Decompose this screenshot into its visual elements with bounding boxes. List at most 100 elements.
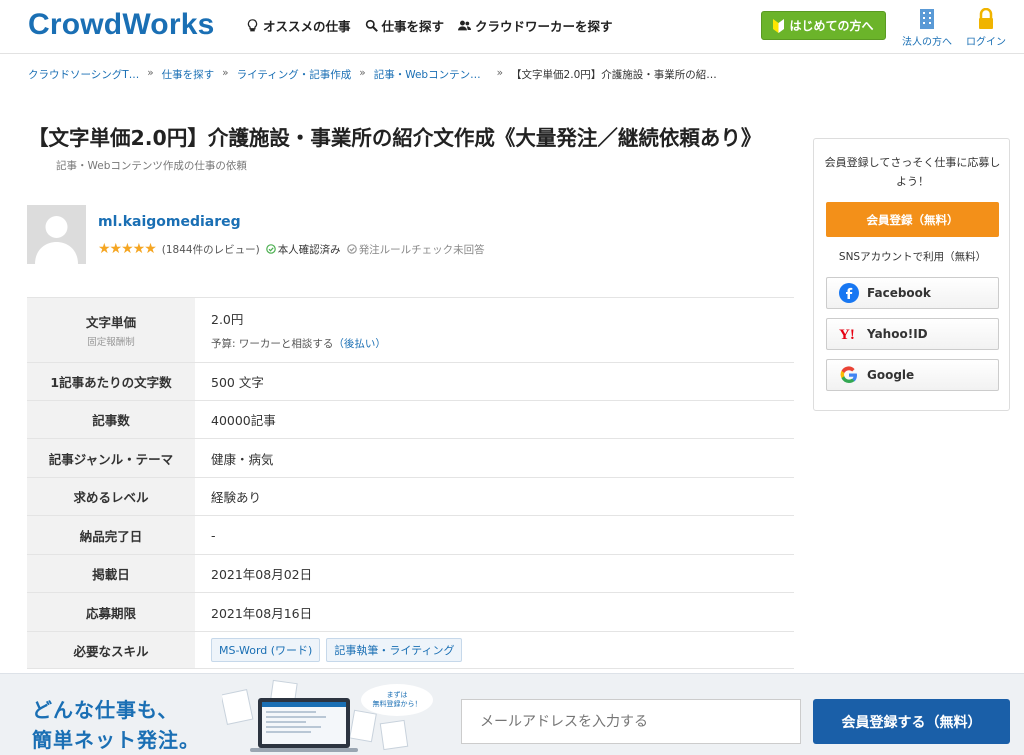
row-header: 求めるレベル — [27, 478, 195, 515]
skill-tag[interactable]: 記事執筆・ライティング — [326, 638, 463, 662]
row-header: 納品完了日 — [27, 516, 195, 554]
row-value: MS-Word (ワード) 記事執筆・ライティング — [195, 632, 794, 668]
table-row: 1記事あたりの文字数 500 文字 — [27, 362, 794, 400]
lightbulb-icon — [247, 19, 258, 32]
verified-badge: 本人確認済み — [265, 242, 341, 257]
check-circle-icon — [346, 244, 357, 254]
beginners-guide-label: はじめての方へ — [789, 19, 874, 33]
job-category[interactable]: 記事・Webコンテンツ作成の仕事の依頼 — [56, 160, 247, 172]
table-row: 必要なスキル MS-Word (ワード) 記事執筆・ライティング — [27, 631, 794, 669]
avatar[interactable] — [27, 205, 86, 264]
login-label: ログイン — [966, 37, 1006, 48]
rule-check-status[interactable]: 発注ルールチェック未回答 — [346, 242, 485, 257]
breadcrumb-separator: » — [222, 67, 229, 79]
row-header: 記事数 — [27, 401, 195, 438]
yahoo-label: Yahoo!ID — [867, 327, 928, 341]
verified-label: 本人確認済み — [277, 243, 341, 256]
client-name[interactable]: ml.kaigomediareg — [98, 214, 241, 230]
banner-copy: どんな仕事も、 簡単ネット発注。 — [32, 695, 200, 755]
table-row: 記事数 40000記事 — [27, 400, 794, 438]
breadcrumb-item[interactable]: 仕事を探す — [162, 67, 215, 82]
svg-text:Y!: Y! — [839, 327, 855, 343]
row-header: 掲載日 — [27, 555, 195, 592]
google-label: Google — [867, 368, 915, 382]
row-value: 500 文字 — [211, 375, 264, 390]
nav-label: クラウドワーカーを探す — [475, 19, 613, 34]
price-note: 固定報酬制 — [87, 337, 135, 348]
facebook-label: Facebook — [867, 286, 931, 300]
check-circle-icon — [265, 244, 276, 254]
row-header: 応募期限 — [27, 593, 195, 631]
site-header: CrowdWorks オススメの仕事 仕事を探す クラウドワーカーを探す はじめ… — [0, 0, 1024, 54]
price-value: 2.0円 — [211, 312, 244, 327]
sns-label: SNSアカウントで利用（無料） — [838, 251, 987, 263]
row-header: 文字単価 固定報酬制 — [27, 298, 195, 362]
job-title: 【文字単価2.0円】介護施設・事業所の紹介文作成《大量発注／継続依頼あり》 — [28, 126, 762, 150]
breadcrumb-separator: » — [496, 67, 504, 79]
yahoo-icon: Y! — [839, 327, 855, 343]
banner-register-button[interactable]: 会員登録する（無料） — [813, 699, 1010, 744]
beginner-mark-icon — [773, 18, 785, 33]
register-button[interactable]: 会員登録（無料） — [826, 202, 999, 237]
row-value: 2.0円 予算: ワーカーと相談する（後払い） — [195, 298, 794, 362]
breadcrumb-separator: » — [359, 67, 366, 79]
breadcrumb: クラウドソーシングT… » 仕事を探す » ライティング・記事作成 » 記事・W… — [28, 67, 717, 82]
nav-label: オススメの仕事 — [263, 19, 351, 34]
row-value: 2021年08月02日 — [211, 567, 313, 582]
row-value: 2021年08月16日 — [211, 605, 313, 621]
nav-find-workers[interactable]: クラウドワーカーを探す — [458, 16, 613, 35]
row-header: 1記事あたりの文字数 — [27, 363, 195, 400]
facebook-icon — [839, 283, 859, 303]
banner-copy-line: どんな仕事も、 — [32, 698, 179, 722]
price-label: 文字単価 — [85, 315, 136, 330]
nav-label: 仕事を探す — [381, 19, 445, 34]
corporate-link[interactable]: 法人の方へ — [902, 8, 952, 48]
banner-bubble: まずは無料登録から！ — [361, 684, 433, 716]
signup-sidebar: 会員登録してさっそく仕事に応募しよう！ 会員登録（無料） SNSアカウントで利用… — [813, 138, 1010, 411]
beginners-guide-button[interactable]: はじめての方へ — [761, 11, 886, 40]
budget-link[interactable]: （後払い） — [333, 338, 386, 350]
main-nav: オススメの仕事 仕事を探す クラウドワーカーを探す — [246, 16, 613, 35]
breadcrumb-separator: » — [147, 67, 154, 79]
skill-tag[interactable]: MS-Word (ワード) — [211, 638, 321, 662]
table-row: 記事ジャンル・テーマ 健康・病気 — [27, 438, 794, 477]
row-value: 健康・病気 — [211, 451, 274, 467]
login-link[interactable]: ログイン — [966, 8, 1006, 48]
breadcrumb-item[interactable]: ライティング・記事作成 — [237, 67, 352, 82]
breadcrumb-current: 【文字単価2.0円】介護施設・事業所の紹… — [511, 69, 717, 81]
facebook-login-button[interactable]: Facebook — [826, 277, 999, 309]
review-count[interactable]: (1844件のレビュー) — [162, 242, 260, 257]
logo[interactable]: CrowdWorks — [28, 8, 214, 42]
budget-prefix: 予算: ワーカーと相談する — [211, 338, 334, 350]
google-icon — [840, 366, 857, 384]
corporate-label: 法人の方へ — [902, 37, 952, 48]
row-header: 必要なスキル — [27, 632, 195, 668]
row-value: 経験あり — [211, 490, 262, 505]
users-icon — [458, 20, 472, 31]
nav-find-jobs[interactable]: 仕事を探す — [365, 16, 445, 35]
table-row: 掲載日 2021年08月02日 — [27, 554, 794, 592]
breadcrumb-item[interactable]: クラウドソーシングT… — [28, 67, 139, 82]
search-icon — [365, 19, 378, 32]
skill-tags: MS-Word (ワード) 記事執筆・ライティング — [211, 638, 794, 662]
rule-check-label: 発注ルールチェック未回答 — [358, 243, 485, 256]
row-value: - — [211, 527, 216, 543]
table-row: 応募期限 2021年08月16日 — [27, 592, 794, 631]
table-row: 文字単価 固定報酬制 2.0円 予算: ワーカーと相談する（後払い） — [27, 297, 794, 362]
yahoo-login-button[interactable]: Y! Yahoo!ID — [826, 318, 999, 350]
row-value: 40000記事 — [211, 413, 276, 428]
google-login-button[interactable]: Google — [826, 359, 999, 391]
signup-message: 会員登録してさっそく仕事に応募しよう！ — [824, 156, 1001, 188]
row-header: 記事ジャンル・テーマ — [27, 439, 195, 477]
budget-text: 予算: ワーカーと相談する（後払い） — [211, 336, 794, 351]
client-meta: ★★★★★ (1844件のレビュー) 本人確認済み 発注ルールチェック未回答 — [98, 241, 485, 257]
email-input[interactable] — [461, 699, 801, 744]
banner-copy-line: 簡単ネット発注。 — [32, 728, 200, 752]
nav-recommended-jobs[interactable]: オススメの仕事 — [246, 16, 351, 35]
table-row: 納品完了日 - — [27, 515, 794, 554]
page-title: 【文字単価2.0円】介護施設・事業所の紹介文作成《大量発注／継続依頼あり》記事・… — [28, 124, 798, 180]
job-details-table: 文字単価 固定報酬制 2.0円 予算: ワーカーと相談する（後払い） 1記事あた… — [27, 297, 794, 669]
breadcrumb-item[interactable]: 記事・Webコンテン… — [374, 67, 481, 82]
default-avatar-icon — [35, 216, 78, 264]
table-row: 求めるレベル 経験あり — [27, 477, 794, 515]
